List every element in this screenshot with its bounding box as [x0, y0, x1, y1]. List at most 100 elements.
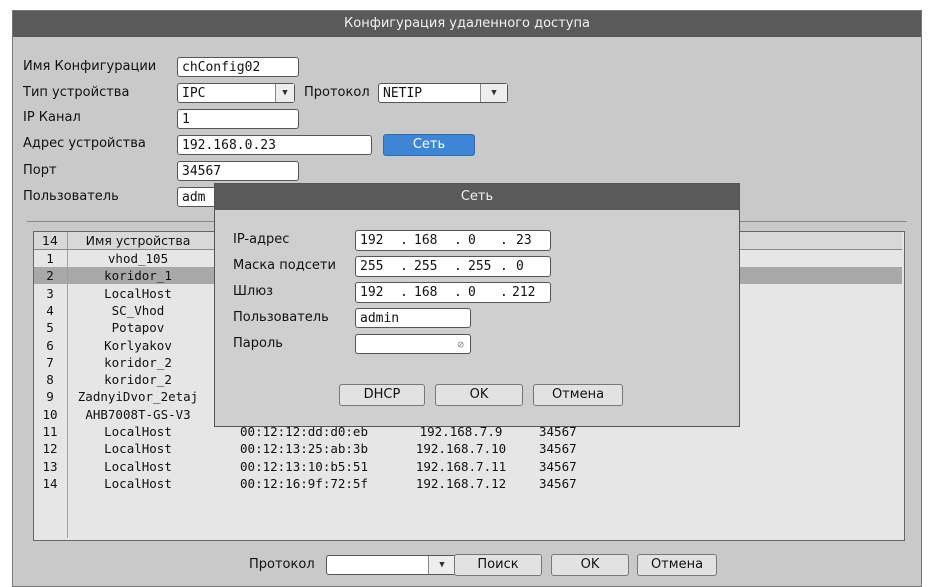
- bottom-protocol-select[interactable]: ▼: [326, 555, 456, 575]
- row-number: 5: [46, 320, 54, 336]
- protocol-value: NETIP: [383, 86, 423, 101]
- device-address-input[interactable]: 192.168.0.23: [177, 135, 372, 155]
- mask-octet-1: 255: [360, 259, 384, 274]
- ip-octet-1: 192: [360, 233, 384, 248]
- header-device-name: Имя устройства: [85, 233, 191, 248]
- octet-separator: .: [454, 233, 462, 248]
- device-name: AHB7008T-GS-V3: [85, 406, 191, 422]
- port: 34567: [539, 441, 577, 457]
- gw-octet-2: 168: [414, 285, 438, 300]
- chevron-down-icon[interactable]: ▼: [428, 556, 455, 574]
- dhcp-button[interactable]: DHCP: [339, 384, 425, 406]
- bottom-protocol-label: Протокол: [249, 557, 315, 572]
- octet-separator: .: [400, 233, 408, 248]
- config-name-input[interactable]: chConfig02: [177, 57, 299, 77]
- gateway-label: Шлюз: [233, 284, 274, 299]
- chevron-down-icon[interactable]: ▼: [275, 84, 294, 102]
- ok-button[interactable]: OK: [551, 554, 629, 576]
- row-number: 4: [46, 302, 54, 318]
- mac-address: 00:12:13:10:b5:51: [240, 458, 368, 474]
- device-name: LocalHost: [104, 424, 172, 439]
- dialog-ok-button[interactable]: OK: [435, 384, 523, 406]
- row-number: 11: [42, 424, 58, 439]
- device-name: ZadnyiDvor_2etaj: [77, 389, 199, 405]
- table-row[interactable]: 13 LocalHost 00:12:13:10:b5:51 192.168.7.11…: [34, 458, 902, 475]
- subnet-mask-input[interactable]: 255 . 255 . 255 . 0: [355, 256, 551, 277]
- dialog-user-label: Пользователь: [233, 310, 329, 325]
- ip-address: 192.168.7.10: [415, 441, 507, 457]
- device-name: koridor_2: [104, 372, 172, 388]
- port: 34567: [539, 458, 577, 474]
- device-name: LocalHost: [104, 475, 172, 491]
- window-title: Конфигурация удаленного доступа: [13, 11, 921, 37]
- password-input[interactable]: ⊘: [355, 334, 471, 354]
- eye-slash-icon[interactable]: ⊘: [457, 335, 464, 353]
- ip-address-input[interactable]: 192 . 168 . 0 . 23: [355, 230, 551, 251]
- row-number: 10: [42, 406, 58, 422]
- network-button[interactable]: Сеть: [383, 134, 475, 156]
- table-row[interactable]: 14 LocalHost 00:12:16:9f:72:5f 192.168.7.12…: [34, 475, 902, 492]
- mac-address: 00:12:16:9f:72:5f: [240, 475, 368, 491]
- cancel-button[interactable]: Отмена: [637, 554, 717, 576]
- port-input[interactable]: 34567: [177, 161, 299, 181]
- row-number: 6: [46, 337, 54, 353]
- dialog-title: Сеть: [215, 184, 739, 210]
- octet-separator: .: [400, 285, 408, 300]
- octet-separator: .: [400, 259, 408, 274]
- dialog-cancel-button[interactable]: Отмена: [533, 384, 623, 406]
- protocol-label: Протокол: [304, 85, 370, 100]
- row-number: 3: [46, 285, 54, 301]
- config-name-label: Имя Конфигурации: [23, 59, 157, 74]
- user-label: Пользователь: [23, 189, 119, 204]
- ip-address-label: IP-адрес: [233, 232, 290, 247]
- device-type-select[interactable]: IPC ▼: [177, 83, 295, 103]
- ip-octet-4: 23: [516, 233, 532, 248]
- subnet-mask-label: Маска подсети: [233, 258, 336, 273]
- ip-address: 192.168.7.11: [415, 458, 507, 474]
- device-name: Potapov: [111, 320, 165, 336]
- device-name: SC_Vhod: [111, 302, 165, 318]
- device-name: koridor_1: [104, 268, 172, 284]
- device-type-value: IPC: [182, 86, 206, 101]
- gw-octet-4: 212: [512, 285, 536, 300]
- row-number: 7: [46, 354, 54, 370]
- ip-octet-3: 0: [468, 233, 476, 248]
- device-name: LocalHost: [104, 458, 172, 474]
- chevron-down-icon[interactable]: ▼: [480, 84, 507, 102]
- row-number: 9: [46, 389, 54, 405]
- ip-address: 192.168.7.12: [415, 475, 507, 491]
- password-label: Пароль: [233, 336, 283, 351]
- gw-octet-1: 192: [360, 285, 384, 300]
- protocol-select[interactable]: NETIP ▼: [378, 83, 508, 103]
- row-number: 1: [46, 251, 54, 266]
- mask-octet-2: 255: [414, 259, 438, 274]
- octet-separator: .: [454, 259, 462, 274]
- dialog-user-input[interactable]: admin: [355, 308, 471, 328]
- octet-separator: .: [500, 233, 508, 248]
- row-number: 14: [42, 475, 58, 491]
- device-name: vhod_105: [107, 251, 169, 266]
- device-name: LocalHost: [104, 285, 172, 301]
- octet-separator: .: [500, 259, 508, 274]
- device-address-label: Адрес устройства: [23, 136, 146, 151]
- search-button[interactable]: Поиск: [454, 554, 542, 576]
- row-number: 8: [46, 372, 54, 388]
- mac-address: 00:12:13:25:ab:3b: [240, 441, 368, 457]
- row-number: 13: [42, 458, 58, 474]
- mask-octet-3: 255: [468, 259, 492, 274]
- ip-channel-input[interactable]: 1: [177, 109, 299, 129]
- device-type-label: Тип устройства: [23, 85, 130, 100]
- row-number: 12: [42, 441, 58, 457]
- ip-channel-label: IP Канал: [23, 110, 81, 125]
- gw-octet-3: 0: [468, 285, 476, 300]
- device-name: LocalHost: [104, 441, 172, 457]
- mask-octet-4: 0: [516, 259, 524, 274]
- ip-octet-2: 168: [414, 233, 438, 248]
- port-label: Порт: [23, 163, 57, 178]
- row-number: 2: [46, 268, 54, 284]
- device-name: Korlyakov: [104, 337, 172, 353]
- gateway-input[interactable]: 192 . 168 . 0 . 212: [355, 282, 551, 303]
- octet-separator: .: [500, 285, 508, 300]
- table-row[interactable]: 12 LocalHost 00:12:13:25:ab:3b 192.168.7.10…: [34, 440, 902, 457]
- header-count: 14: [42, 233, 58, 248]
